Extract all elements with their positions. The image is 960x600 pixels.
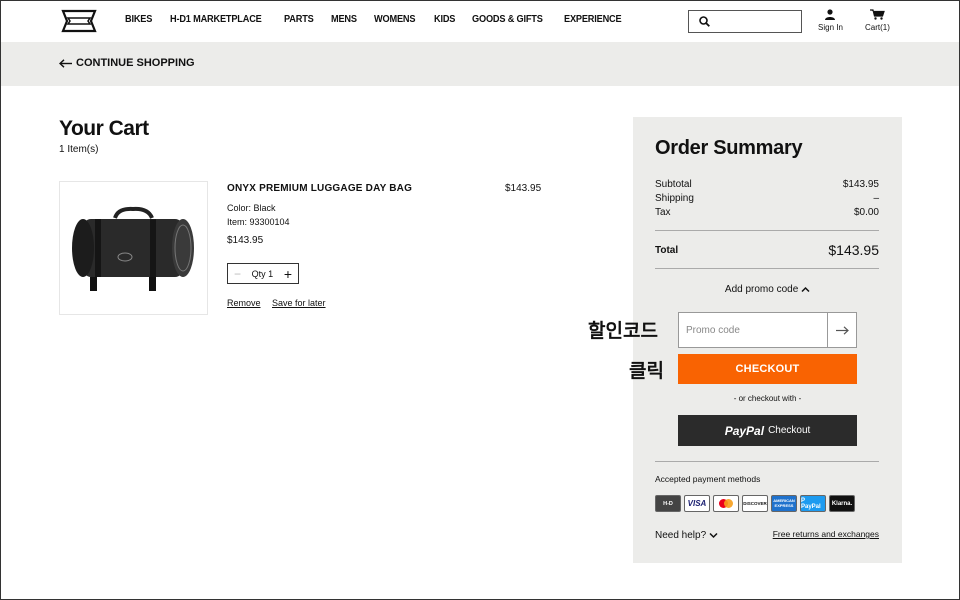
remove-link[interactable]: Remove [227,298,261,308]
search-icon [699,16,710,27]
continue-bar: CONTINUE SHOPPING [1,42,959,86]
tax-label: Tax [655,207,671,218]
free-returns-link[interactable]: Free returns and exchanges [773,529,879,539]
paypal-logo: PayPal [724,423,765,438]
total-value: $143.95 [828,242,879,258]
product-color: Color: Black [227,203,276,213]
accepted-payment-methods-label: Accepted payment methods [655,474,761,484]
need-help-toggle[interactable]: Need help? [655,530,718,541]
divider [655,230,879,231]
checkout-button[interactable]: CHECKOUT [678,354,857,384]
nav-mens[interactable]: MENS [331,14,357,25]
or-checkout-with-text: - or checkout with - [733,394,802,403]
nav-bikes[interactable]: BIKES [125,14,152,25]
product-item-number: Item: 93300104 [227,217,290,227]
chevron-up-icon [801,286,810,292]
hd-card-icon: H-D [655,495,681,512]
divider [655,268,879,269]
nav-parts[interactable]: PARTS [284,14,314,25]
nav-goods-gifts[interactable]: GOODS & GIFTS [472,14,543,25]
total-row: Total $143.95 [655,242,879,258]
save-for-later-link[interactable]: Save for later [272,298,326,308]
promo-code-input[interactable] [686,321,826,339]
klarna-icon: Klarna. [829,495,855,512]
shipping-row: Shipping – [655,193,879,204]
cart-item-count: 1 Item(s) [59,144,99,155]
quantity-stepper: − Qty 1 + [227,263,299,284]
product-unit-price: $143.95 [227,235,264,246]
order-summary-panel: Order Summary Subtotal $143.95 Shipping … [633,117,902,563]
promo-toggle-label: Add promo code [724,284,799,295]
visa-icon: VISA [684,495,710,512]
search-box[interactable] [688,10,802,33]
need-help-label: Need help? [655,530,707,541]
arrow-right-icon [835,325,849,335]
subtotal-value: $143.95 [842,179,879,190]
payment-method-icons: H-D VISA DISCOVER AMERICAN EXPRESS P Pay… [655,495,855,512]
promo-submit-button[interactable] [827,313,856,347]
summary-title: Order Summary [655,137,803,159]
tax-row: Tax $0.00 [655,207,879,218]
arrow-left-icon [59,58,72,68]
product-name-link[interactable]: ONYX PREMIUM LUGGAGE DAY BAG [227,183,412,194]
continue-shopping-link[interactable]: CONTINUE SHOPPING [59,57,195,69]
paypal-checkout-label: Checkout [768,425,811,436]
shipping-label: Shipping [655,193,694,204]
add-promo-code-toggle[interactable]: Add promo code [633,284,902,295]
promo-code-field [678,312,857,348]
total-label: Total [655,244,679,256]
discover-icon: DISCOVER [742,495,768,512]
harley-davidson-logo[interactable] [59,7,99,35]
promo-code-annotation: 할인코드 [588,320,658,342]
paypal-checkout-button[interactable]: PayPal Checkout [678,415,857,446]
quantity-value: Qty 1 [251,268,274,279]
cart-button[interactable]: Cart(1) [865,9,890,32]
divider [655,461,879,462]
search-input[interactable] [715,13,797,30]
nav-kids[interactable]: KIDS [434,14,455,25]
chevron-down-icon [709,532,718,539]
main-nav: BIKES H-D1 MARKETPLACE PARTS MENS WOMENS… [125,14,642,25]
nav-experience[interactable]: EXPERIENCE [564,14,622,25]
minus-icon[interactable]: − [234,267,241,281]
mastercard-icon [713,495,739,512]
product-image[interactable] [59,181,208,315]
line-item-total: $143.95 [505,183,542,194]
luggage-bag-image [72,206,194,291]
subtotal-row: Subtotal $143.95 [655,179,879,190]
click-annotation: 클릭 [629,360,664,382]
shipping-value: – [873,193,879,204]
paypal-icon: P PayPal [800,495,826,512]
nav-womens[interactable]: WOMENS [374,14,416,25]
cart-icon [869,9,885,20]
nav-h-d1-marketplace[interactable]: H-D1 MARKETPLACE [170,14,262,25]
user-icon [825,9,836,20]
amex-icon: AMERICAN EXPRESS [771,495,797,512]
top-header: BIKES H-D1 MARKETPLACE PARTS MENS WOMENS… [1,1,959,42]
sign-in-button[interactable]: Sign In [818,9,843,32]
plus-icon[interactable]: + [284,266,292,282]
sign-in-label: Sign In [818,23,843,32]
subtotal-label: Subtotal [655,179,692,190]
cart-label: Cart(1) [865,23,890,32]
continue-shopping-label: CONTINUE SHOPPING [76,57,195,69]
tax-value: $0.00 [853,207,879,218]
page-title: Your Cart [59,117,149,140]
